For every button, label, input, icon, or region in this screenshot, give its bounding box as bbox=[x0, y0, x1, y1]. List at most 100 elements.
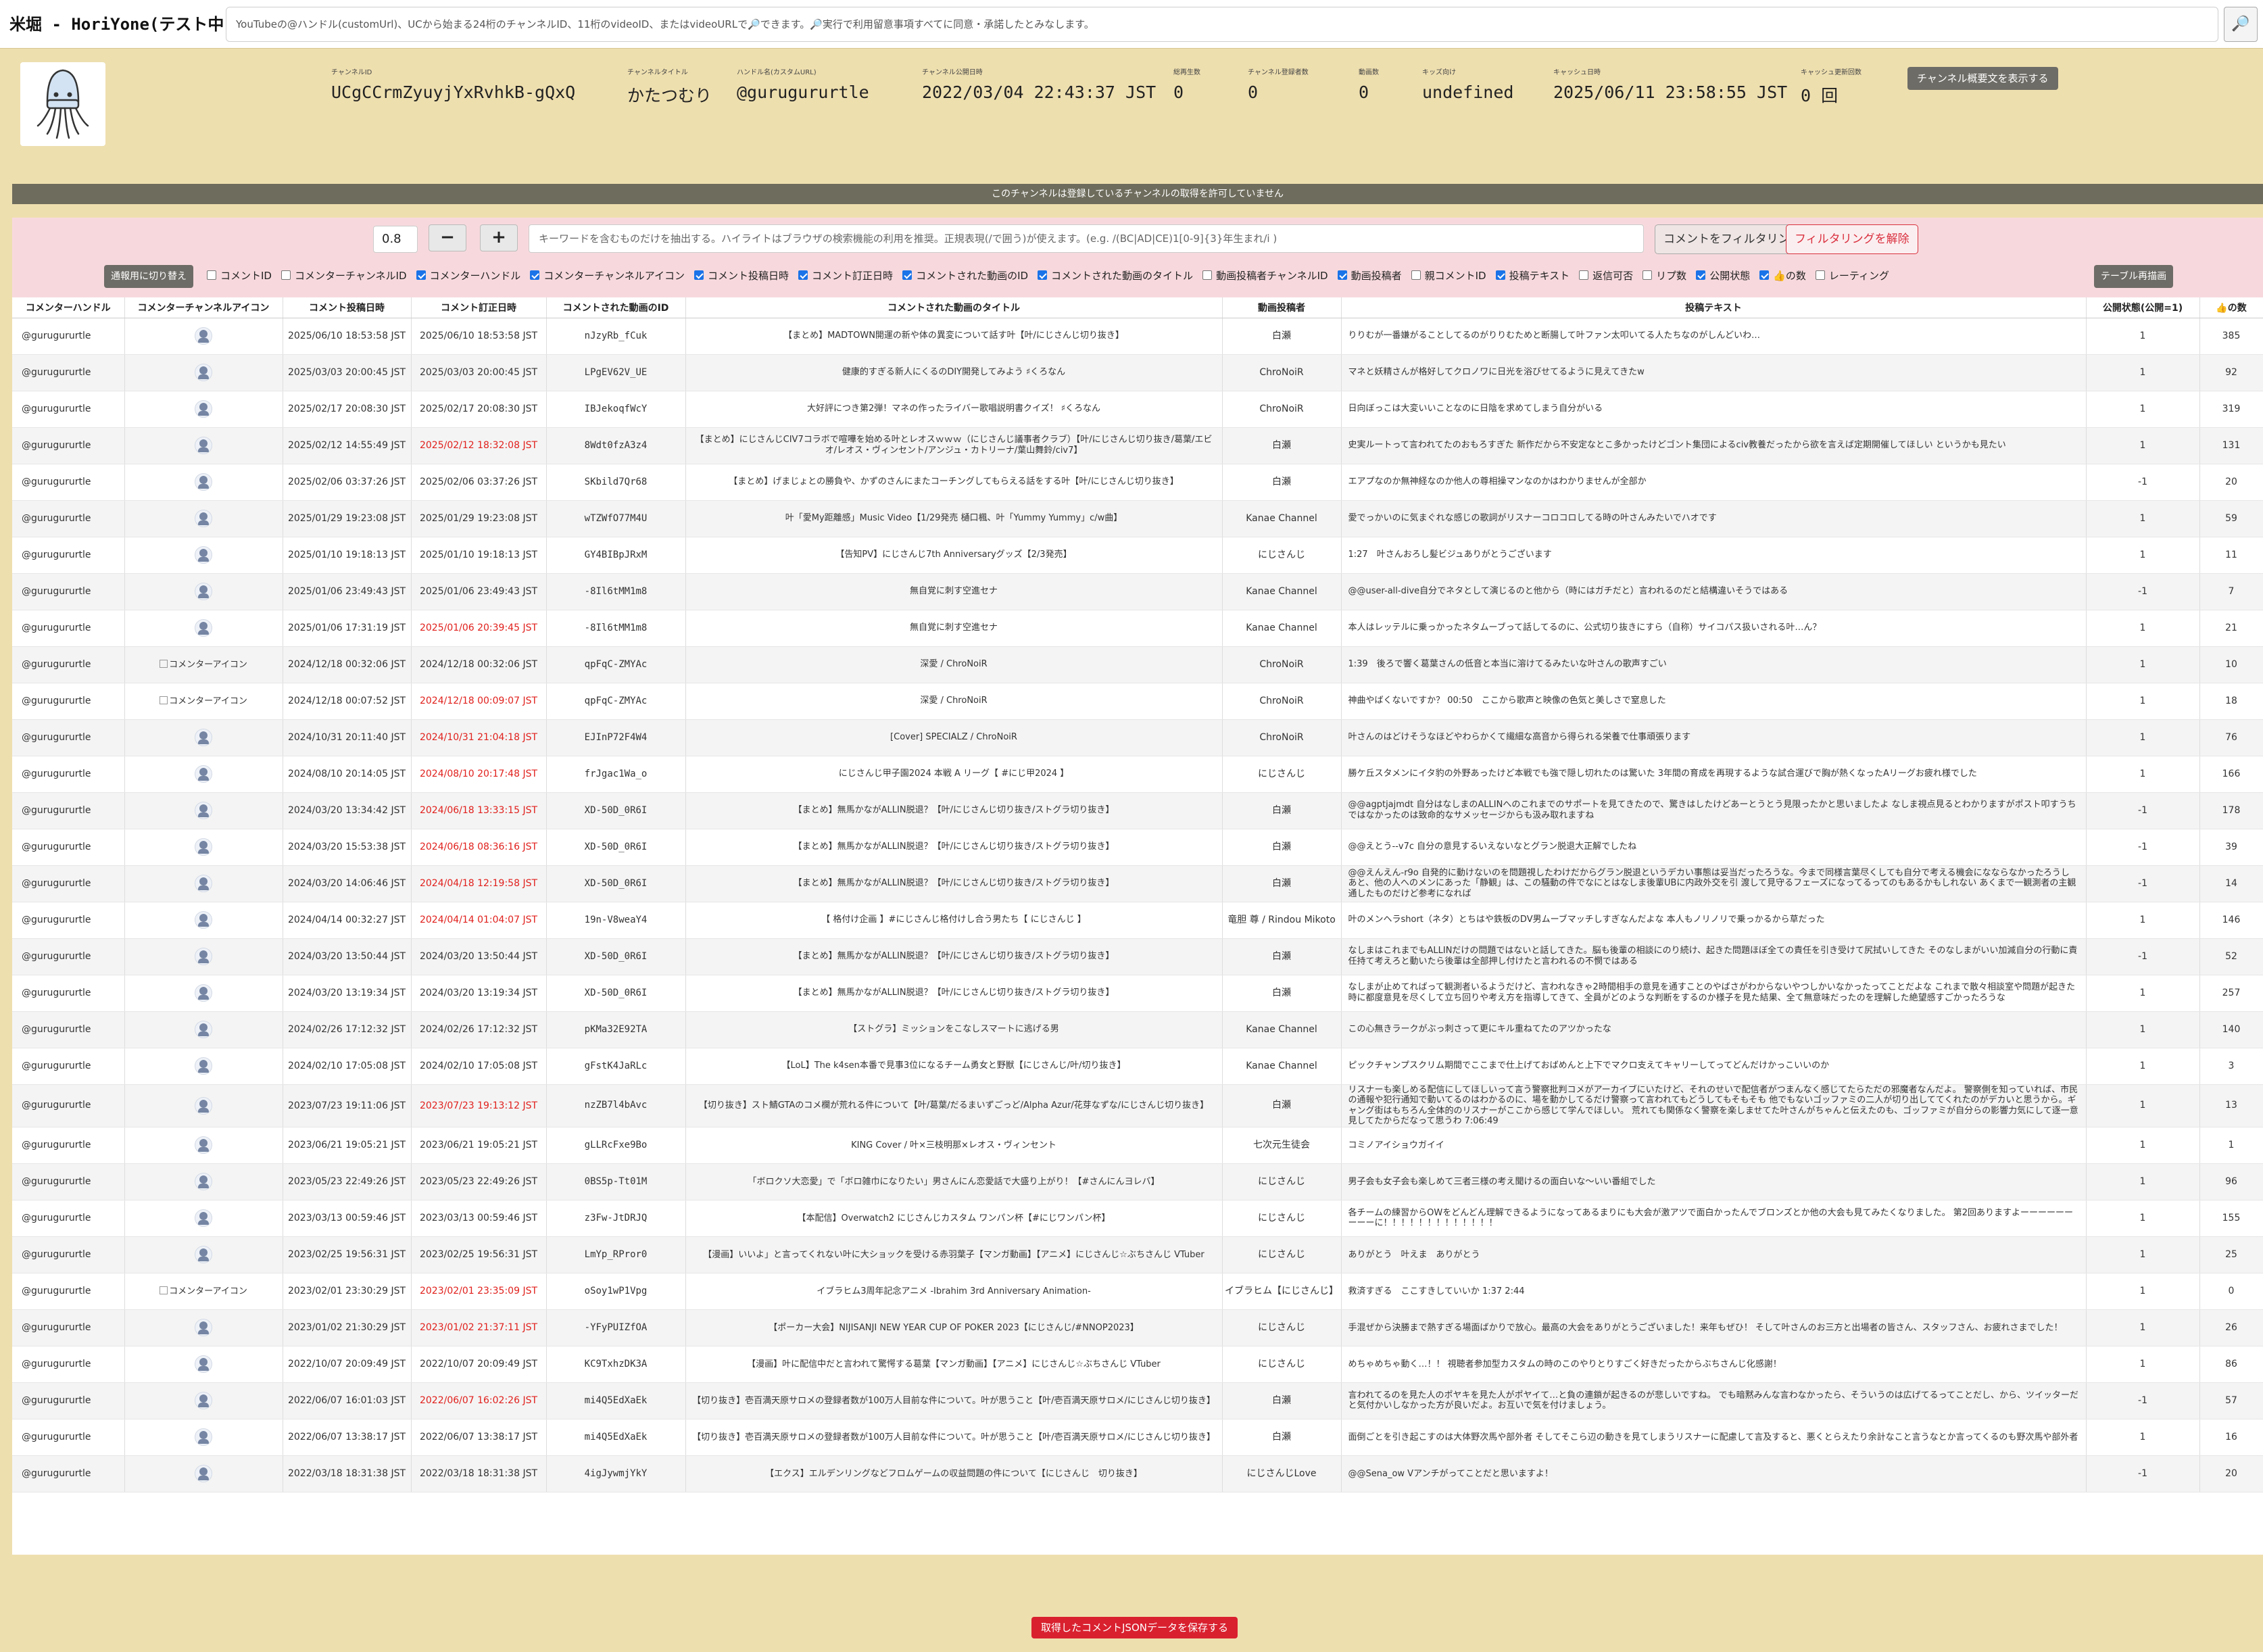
video-id[interactable]: XD-50D_0R6I bbox=[546, 938, 686, 975]
column-header[interactable]: 投稿テキスト bbox=[1341, 297, 2087, 318]
video-id[interactable]: gFstK4JaRLc bbox=[546, 1048, 686, 1085]
commenter-handle[interactable]: @gurugururtle bbox=[12, 1200, 125, 1237]
video-title[interactable]: 【漫画】叶に配信中だと言われて驚愕する葛葉【マンガ動画】【アニメ】にじさんじ☆ぶ… bbox=[685, 1346, 1223, 1383]
commenter-handle[interactable]: @gurugururtle bbox=[12, 610, 125, 647]
video-id[interactable]: XD-50D_0R6I bbox=[546, 829, 686, 866]
video-id[interactable]: -YFyPUIZfOA bbox=[546, 1309, 686, 1346]
column-toggle[interactable]: コメンターチャンネルアイコン bbox=[530, 268, 685, 283]
checkbox-icon[interactable] bbox=[1337, 270, 1347, 280]
column-header[interactable]: コメントされた動画のID bbox=[546, 297, 686, 318]
video-id[interactable]: pKMa32E92TA bbox=[546, 1011, 686, 1048]
search-icon[interactable]: 🔎 bbox=[2224, 7, 2258, 42]
checkbox-icon[interactable] bbox=[1038, 270, 1048, 280]
video-title[interactable]: [Cover] SPECIALZ / ChroNoiR bbox=[685, 719, 1223, 756]
commenter-handle[interactable]: @gurugururtle bbox=[12, 1163, 125, 1200]
checkbox-icon[interactable] bbox=[416, 270, 426, 280]
clear-filter-button[interactable]: フィルタリングを解除 bbox=[1786, 224, 1918, 254]
video-title[interactable]: 【本配信】Overwatch2 にじさんじカスタム ワンパン杯【#にじワンパン杯… bbox=[685, 1200, 1223, 1237]
column-toggle[interactable]: コメンターハンドル bbox=[416, 268, 520, 283]
column-toggle[interactable]: リプ数 bbox=[1642, 268, 1686, 283]
video-title[interactable]: イブラヒム3周年記念アニメ -Ibrahim 3rd Anniversary A… bbox=[685, 1273, 1223, 1310]
column-header[interactable]: コメントされた動画のタイトル bbox=[685, 297, 1223, 318]
checkbox-icon[interactable] bbox=[207, 270, 216, 280]
video-id[interactable]: frJgac1Wa_o bbox=[546, 756, 686, 793]
column-toggle[interactable]: 親コメントID bbox=[1411, 268, 1486, 283]
keyword-filter-input[interactable]: キーワードを含むものだけを抽出する。ハイライトはブラウザの検索機能の利用を推奨。… bbox=[529, 224, 1644, 253]
video-id[interactable]: IBJekoqfWcY bbox=[546, 391, 686, 428]
column-header[interactable]: コメント訂正日時 bbox=[411, 297, 547, 318]
video-title[interactable]: 叶「愛My距離感」Music Video【1/29発売 樋口楓、叶「Yummy … bbox=[685, 500, 1223, 537]
video-title[interactable]: 【まとめ】無馬かながALLIN脱退？【叶/にじさんじ切り抜き/ストグラ切り抜き】 bbox=[685, 792, 1223, 829]
comments-table-container[interactable]: コメンターハンドル コメンターチャンネルアイコン コメント投稿日時 コメント訂正日時コ… bbox=[12, 297, 2263, 1555]
commenter-handle[interactable]: @gurugururtle bbox=[12, 829, 125, 866]
video-title[interactable]: 【ストグラ】ミッションをこなしスマートに逃げる男 bbox=[685, 1011, 1223, 1048]
video-title[interactable]: 【まとめ】無馬かながALLIN脱退？【叶/にじさんじ切り抜き/ストグラ切り抜き】 bbox=[685, 975, 1223, 1012]
video-id[interactable]: z3Fw-JtDRJQ bbox=[546, 1200, 686, 1237]
commenter-handle[interactable]: @gurugururtle bbox=[12, 1346, 125, 1383]
commenter-handle[interactable]: @gurugururtle bbox=[12, 1011, 125, 1048]
column-header[interactable]: コメンターチャンネルアイコン bbox=[124, 297, 283, 318]
commenter-handle[interactable]: @gurugururtle bbox=[12, 938, 125, 975]
commenter-handle[interactable]: @gurugururtle bbox=[12, 318, 125, 355]
video-id[interactable]: 8Wdt0fzA3z4 bbox=[546, 427, 686, 464]
commenter-handle[interactable]: @gurugururtle bbox=[12, 719, 125, 756]
video-id[interactable]: -8Il6tMM1m8 bbox=[546, 573, 686, 610]
video-id[interactable]: qpFqC-ZMYAc bbox=[546, 646, 686, 683]
commenter-handle[interactable]: @gurugururtle bbox=[12, 1309, 125, 1346]
column-header[interactable]: 👍の数 bbox=[2199, 297, 2263, 318]
column-toggle[interactable]: 公開状態 bbox=[1696, 268, 1750, 283]
commenter-handle[interactable]: @gurugururtle bbox=[12, 427, 125, 464]
video-title[interactable]: 【漫画】いいよ」と言ってくれない叶に大ショックを受ける赤羽葉子【マンガ動画】【ア… bbox=[685, 1236, 1223, 1273]
column-toggle[interactable]: コメンターチャンネルID bbox=[281, 268, 407, 283]
video-title[interactable]: 無自覚に刺す空進セナ bbox=[685, 573, 1223, 610]
commenter-handle[interactable]: @gurugururtle bbox=[12, 500, 125, 537]
checkbox-icon[interactable] bbox=[1815, 270, 1825, 280]
checkbox-icon[interactable] bbox=[1696, 270, 1706, 280]
column-header[interactable]: コメンターハンドル bbox=[12, 297, 125, 318]
video-id[interactable]: EJInP72F4W4 bbox=[546, 719, 686, 756]
video-id[interactable]: LmYp_RPror0 bbox=[546, 1236, 686, 1273]
column-toggle[interactable]: コメントされた動画のID bbox=[902, 268, 1028, 283]
video-title[interactable]: 深愛 / ChroNoiR bbox=[685, 646, 1223, 683]
video-id[interactable]: oSoy1wP1Vpg bbox=[546, 1273, 686, 1310]
video-id[interactable]: gLLRcFxe9Bo bbox=[546, 1127, 686, 1164]
column-toggle[interactable]: 👍の数 bbox=[1759, 268, 1806, 283]
commenter-handle[interactable]: @gurugururtle bbox=[12, 1273, 125, 1310]
checkbox-icon[interactable] bbox=[281, 270, 291, 280]
column-toggle[interactable]: 返信可否 bbox=[1579, 268, 1633, 283]
show-description-button[interactable]: チャンネル概要文を表示する bbox=[1907, 67, 2058, 90]
video-id[interactable]: KC9TxhzDK3A bbox=[546, 1346, 686, 1383]
column-header[interactable]: 動画投稿者 bbox=[1222, 297, 1342, 318]
commenter-handle[interactable]: @gurugururtle bbox=[12, 464, 125, 501]
checkbox-icon[interactable] bbox=[1759, 270, 1770, 280]
video-id[interactable]: wTZWfO77M4U bbox=[546, 500, 686, 537]
video-title[interactable]: 大好評につき第2弾！マネの作ったライバー歌唱説明書クイズ！ ♯くろなん bbox=[685, 391, 1223, 428]
video-id[interactable]: XD-50D_0R6I bbox=[546, 792, 686, 829]
commenter-handle[interactable]: @gurugururtle bbox=[12, 1419, 125, 1456]
commenter-handle[interactable]: @gurugururtle bbox=[12, 792, 125, 829]
video-title[interactable]: 【ポーカー大会】NIJISANJI NEW YEAR CUP OF POKER … bbox=[685, 1309, 1223, 1346]
video-title[interactable]: 【切り抜き】壱百満天原サロメの登録者数が100万人目前な件について。叶が思うこと… bbox=[685, 1419, 1223, 1456]
video-title[interactable]: KING Cover / 叶×三枝明那×レオス・ヴィンセント bbox=[685, 1127, 1223, 1164]
video-title[interactable]: 【 格付け企画 】#にじさんじ格付けし合う男たち【 にじさんじ 】 bbox=[685, 902, 1223, 939]
video-title[interactable]: 【LoL】The k4sen本番で見事3位になるチーム勇女と野獣【にじさんじ/叶… bbox=[685, 1048, 1223, 1085]
video-title[interactable]: 健康的すぎる新人にくるのDIY開発してみよう ♯くろなん bbox=[685, 354, 1223, 391]
checkbox-icon[interactable] bbox=[1411, 270, 1421, 280]
checkbox-icon[interactable] bbox=[694, 270, 704, 280]
video-id[interactable]: XD-50D_0R6I bbox=[546, 975, 686, 1012]
checkbox-icon[interactable] bbox=[902, 270, 912, 280]
video-id[interactable]: 19n-V8weaY4 bbox=[546, 902, 686, 939]
checkbox-icon[interactable] bbox=[1642, 270, 1653, 280]
checkbox-icon[interactable] bbox=[1495, 270, 1505, 280]
commenter-handle[interactable]: @gurugururtle bbox=[12, 573, 125, 610]
column-toggle[interactable]: 動画投稿者 bbox=[1337, 268, 1402, 283]
commenter-handle[interactable]: @gurugururtle bbox=[12, 1455, 125, 1492]
commenter-handle[interactable]: @gurugururtle bbox=[12, 683, 125, 720]
video-id[interactable]: GY4BIBpJRxM bbox=[546, 537, 686, 574]
video-title[interactable]: 【エクス】エルデンリングなどフロムゲームの収益問題の件について【にじさんじ 切り… bbox=[685, 1455, 1223, 1492]
checkbox-icon[interactable] bbox=[1202, 270, 1213, 280]
commenter-handle[interactable]: @gurugururtle bbox=[12, 902, 125, 939]
video-title[interactable]: 「ボロクソ大恋愛」で「ボロ雑巾になりたい」男さんにん恋愛話で大盛り上がり！【#さ… bbox=[685, 1163, 1223, 1200]
video-id[interactable]: LPgEV62V_UE bbox=[546, 354, 686, 391]
commenter-handle[interactable]: @gurugururtle bbox=[12, 865, 125, 902]
